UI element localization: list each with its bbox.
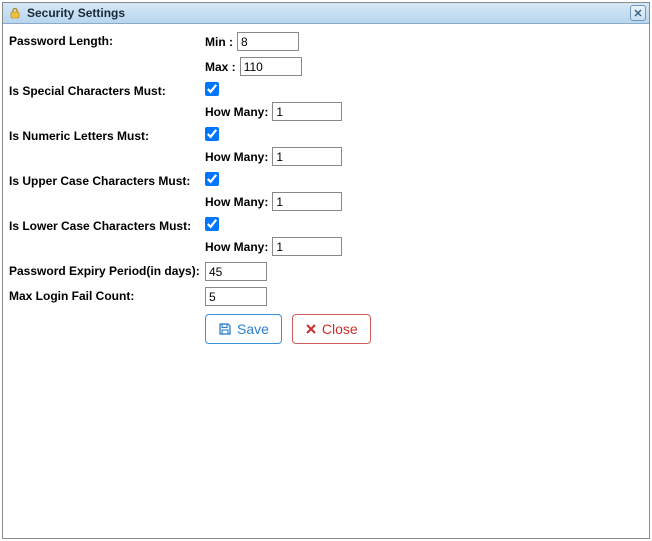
close-button-label: Close [322,321,358,337]
window-title: Security Settings [27,6,125,20]
uppercase-howmany-label: How Many: [205,195,268,209]
lowercase-label: Is Lower Case Characters Must: [9,217,205,233]
close-button[interactable]: Close [292,314,371,344]
close-x-icon [305,323,317,335]
max-fail-input[interactable] [205,287,267,306]
numeric-label: Is Numeric Letters Must: [9,127,205,143]
numeric-howmany-label: How Many: [205,150,268,164]
save-button[interactable]: Save [205,314,282,344]
close-icon [634,9,642,17]
save-icon [218,322,232,336]
lowercase-howmany-input[interactable] [272,237,342,256]
password-max-input[interactable] [240,57,302,76]
max-fail-label: Max Login Fail Count: [9,287,205,303]
window-close-button[interactable] [630,5,646,21]
security-icon [7,5,23,21]
lowercase-checkbox[interactable] [205,217,219,231]
save-button-label: Save [237,321,269,337]
special-chars-howmany-input[interactable] [272,102,342,121]
special-chars-label: Is Special Characters Must: [9,82,205,98]
uppercase-howmany-input[interactable] [272,192,342,211]
expiry-input[interactable] [205,262,267,281]
lowercase-howmany-label: How Many: [205,240,268,254]
uppercase-label: Is Upper Case Characters Must: [9,172,205,188]
content-area: Password Length: Min : Max : Is Special … [3,24,649,352]
password-min-input[interactable] [237,32,299,51]
numeric-checkbox[interactable] [205,127,219,141]
uppercase-checkbox[interactable] [205,172,219,186]
password-length-label: Password Length: [9,32,205,48]
expiry-label: Password Expiry Period(in days): [9,262,205,278]
min-label: Min : [205,35,233,49]
special-chars-checkbox[interactable] [205,82,219,96]
titlebar: Security Settings [3,3,649,24]
security-settings-window: Security Settings Password Length: Min :… [2,2,650,539]
numeric-howmany-input[interactable] [272,147,342,166]
special-chars-howmany-label: How Many: [205,105,268,119]
max-label: Max : [205,60,236,74]
